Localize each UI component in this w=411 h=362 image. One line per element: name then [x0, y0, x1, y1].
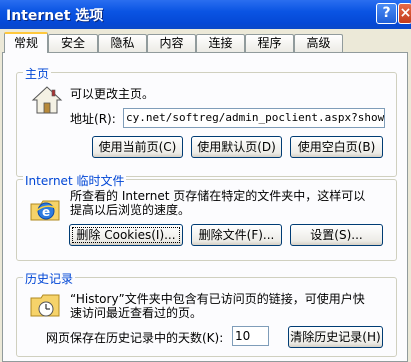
homepage-address-input[interactable]: cy.net/softreg/admin_poclient.aspx?show=…	[123, 108, 385, 128]
history-group: 历史记录 “History”文件夹中包含有已访问页的链接，可使用户快 速访问最近…	[16, 270, 397, 357]
title-bar: Internet 选项 ? ×	[0, 0, 411, 29]
tab-programs[interactable]: 程序	[245, 34, 294, 52]
use-current-page-button[interactable]: 使用当前页(C)	[92, 136, 183, 158]
tab-connections[interactable]: 连接	[196, 34, 245, 52]
temp-files-description-line2: 提高以后浏览的速度。	[70, 203, 191, 217]
history-days-value: 10	[235, 329, 251, 343]
address-label: 地址(R):	[70, 112, 116, 126]
history-description-line2: 速访问最近查看过的页。	[70, 306, 203, 320]
temp-files-group: Internet 临时文件 e 所查看的 Internet 页存储在特定的文件夹…	[16, 172, 397, 261]
homepage-description: 可以更改主页。	[70, 87, 155, 101]
internet-explorer-icon: e	[30, 200, 60, 221]
window-title: Internet 选项	[6, 8, 104, 24]
use-default-page-button[interactable]: 使用默认页(D)	[191, 136, 282, 158]
delete-files-button[interactable]: 删除文件(F)...	[191, 224, 282, 246]
days-label: 网页保存在历史记录中的天数(K):	[46, 331, 224, 345]
tab-advanced[interactable]: 高级	[294, 34, 343, 52]
house-icon	[31, 86, 63, 114]
history-days-spinner[interactable]: 10	[232, 326, 269, 346]
help-button[interactable]: ?	[376, 3, 397, 24]
settings-button[interactable]: 设置(S)...	[290, 224, 383, 246]
general-panel: 主页 可以更改主页。 地址(R): cy.net/softreg/admin_p…	[2, 52, 408, 362]
clear-history-button[interactable]: 清除历史记录(H)	[288, 326, 383, 348]
use-blank-page-button[interactable]: 使用空白页(B)	[290, 136, 383, 158]
homepage-legend: 主页	[23, 65, 52, 82]
close-button[interactable]: ×	[398, 3, 411, 24]
delete-cookies-button[interactable]: 删除 Cookies(I)...	[69, 224, 183, 246]
tab-strip: 常规 安全 隐私 内容 连接 程序 高级	[0, 32, 411, 53]
tab-content[interactable]: 内容	[147, 34, 196, 52]
address-shortcut: (R):	[94, 112, 116, 126]
history-folder-icon	[30, 294, 60, 317]
tab-privacy[interactable]: 隐私	[98, 34, 147, 52]
tab-security[interactable]: 安全	[48, 34, 98, 52]
tab-general[interactable]: 常规	[4, 32, 48, 53]
history-legend: 历史记录	[23, 270, 76, 287]
homepage-group: 主页 可以更改主页。 地址(R): cy.net/softreg/admin_p…	[16, 65, 397, 177]
